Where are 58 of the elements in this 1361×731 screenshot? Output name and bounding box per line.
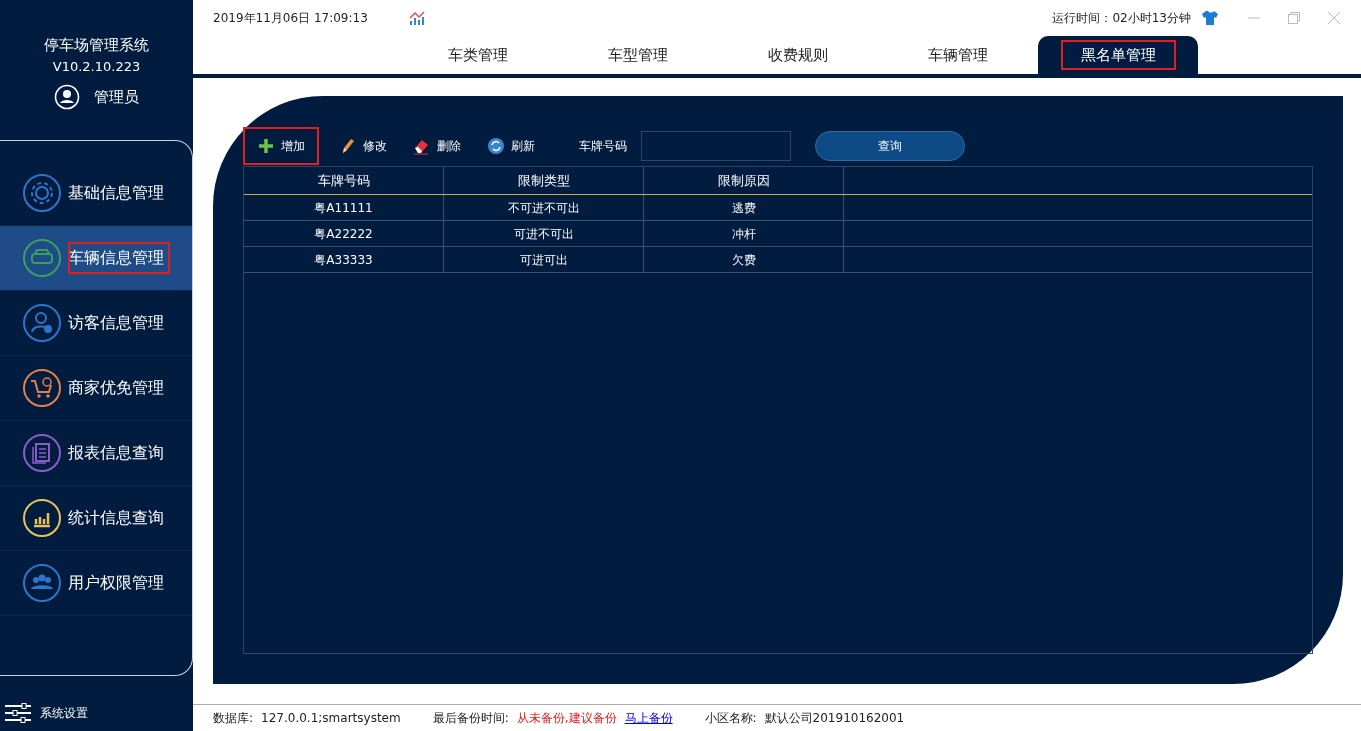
gear-icon — [22, 173, 62, 213]
table-cell: 可进不可出 — [444, 221, 644, 246]
sliders-icon — [4, 703, 32, 723]
column-header: 限制原因 — [644, 167, 844, 194]
backup-warning: 从未备份,建议备份 — [516, 710, 617, 727]
table-cell: 欠费 — [644, 247, 844, 272]
table-cell: 粤A11111 — [244, 195, 444, 220]
user-icon — [54, 84, 80, 110]
search-label: 车牌号码 — [579, 138, 627, 155]
sidebar-item[interactable]: 商家优免管理 — [0, 356, 192, 421]
status-label: 数据库: — [213, 710, 254, 727]
status-label: 小区名称: — [704, 710, 757, 727]
table-cell: 可进可出 — [444, 247, 644, 272]
settings-item[interactable]: 系统设置 — [0, 703, 193, 731]
people-icon — [22, 563, 62, 603]
column-header: 车牌号码 — [244, 167, 444, 194]
car-icon — [22, 238, 62, 278]
search-button[interactable]: 查询 — [815, 131, 965, 161]
table-cell: 不可进不可出 — [444, 195, 644, 220]
chart-icon[interactable] — [407, 10, 426, 26]
tab[interactable]: 车辆管理 — [878, 36, 1038, 74]
table-cell: 粤A33333 — [244, 247, 444, 272]
shirt-icon[interactable] — [1201, 10, 1219, 26]
toolbar-button[interactable]: 删除 — [407, 133, 467, 159]
user-name: 管理员 — [94, 86, 139, 108]
tab[interactable]: 收费规则 — [718, 36, 878, 74]
refresh-icon — [487, 137, 505, 155]
toolbar-button[interactable]: 修改 — [333, 133, 393, 159]
toolbar-button[interactable]: 刷新 — [481, 133, 541, 159]
tab[interactable]: 黑名单管理 — [1038, 36, 1198, 74]
sidebar-item[interactable]: 用户权限管理 — [0, 551, 192, 616]
cart-icon — [22, 368, 62, 408]
document-icon — [22, 433, 62, 473]
tab[interactable]: 车类管理 — [398, 36, 558, 74]
maximize-icon[interactable] — [1287, 11, 1301, 25]
app-title: 停车场管理系统 — [43, 35, 150, 56]
status-label: 最后备份时间: — [432, 710, 509, 727]
tab[interactable]: 车型管理 — [558, 36, 718, 74]
plus-icon — [257, 137, 275, 155]
sidebar-item[interactable]: 访客信息管理 — [0, 291, 192, 356]
status-value: 默认公司201910162001 — [764, 710, 905, 727]
status-value: 127.0.0.1;smartsystem — [261, 710, 401, 727]
date-time: 2019年11月06日 17:09:13 — [213, 10, 368, 27]
toolbar-button[interactable]: 增加 — [243, 127, 319, 165]
sidebar-item[interactable]: 报表信息查询 — [0, 421, 192, 486]
version-text: V10.2.10.223 — [51, 57, 142, 76]
table-cell: 冲杆 — [644, 221, 844, 246]
search-field[interactable] — [641, 131, 791, 161]
close-icon[interactable] — [1327, 11, 1341, 25]
table-cell: 粤A22222 — [244, 221, 444, 246]
table-cell: 逃费 — [644, 195, 844, 220]
bar-chart-icon — [22, 498, 62, 538]
column-header: 限制类型 — [444, 167, 644, 194]
backup-now-link[interactable]: 马上备份 — [624, 709, 673, 727]
person-icon — [22, 303, 62, 343]
eraser-icon — [413, 137, 431, 155]
sidebar-item[interactable]: 统计信息查询 — [0, 486, 192, 551]
runtime-text: 运行时间：02小时13分钟 — [1052, 10, 1191, 27]
